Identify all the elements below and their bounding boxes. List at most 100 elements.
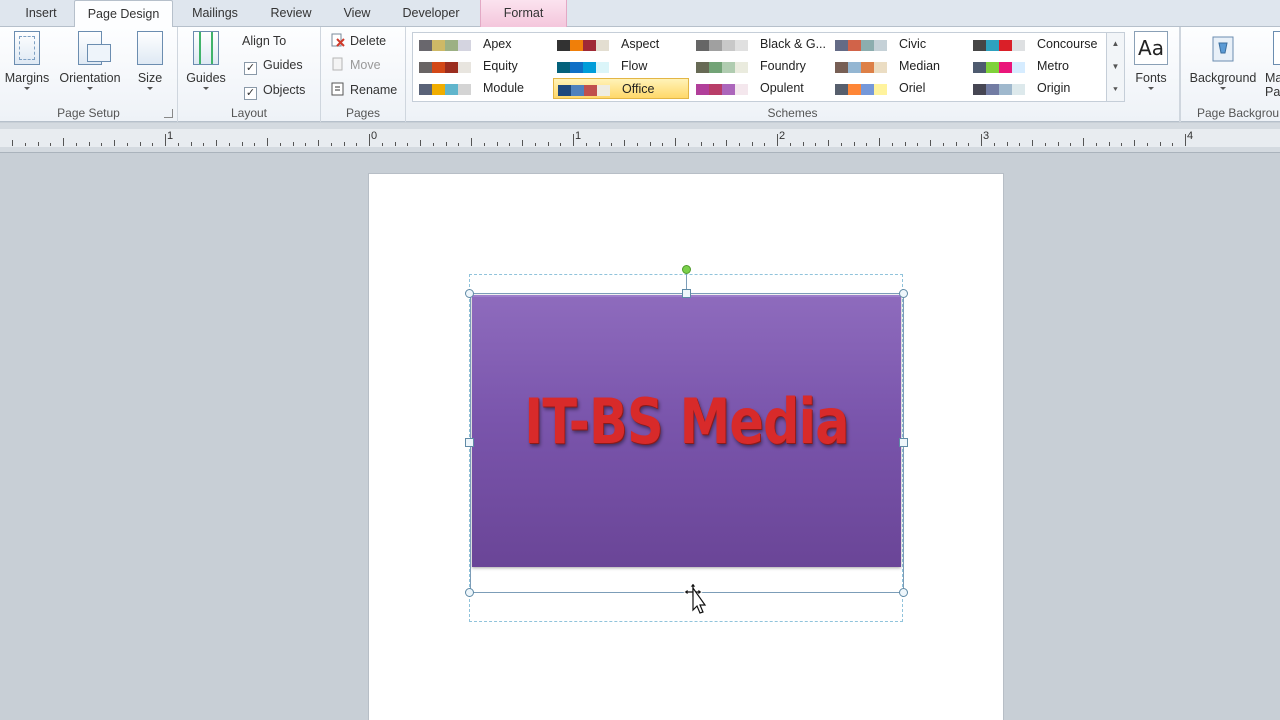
scheme-apex[interactable]: Apex: [415, 34, 551, 55]
scheme-aspect[interactable]: Aspect: [553, 34, 689, 55]
gallery-scroll-up-icon[interactable]: ▲: [1107, 33, 1124, 55]
scheme-swatch: [696, 62, 709, 73]
tab-format[interactable]: Format: [480, 0, 567, 27]
ruler-tick: [662, 143, 664, 146]
scheme-label: Aspect: [621, 37, 660, 51]
fonts-button[interactable]: Aa Fonts: [1130, 31, 1172, 90]
schemes-gallery: Apex Equity Module Aspect Flow Office Black & …: [412, 32, 1125, 102]
master-page-label-2: Pag: [1265, 85, 1280, 99]
scheme-swatch: [709, 84, 722, 95]
tab-review[interactable]: Review: [262, 0, 320, 27]
scheme-label: Module: [483, 81, 524, 95]
chevron-down-icon: [203, 87, 209, 90]
move-page-button[interactable]: Move: [331, 54, 381, 76]
resize-handle-bottom-right[interactable]: [899, 588, 908, 597]
resize-handle-right[interactable]: [899, 438, 908, 447]
scheme-label: Oriel: [899, 81, 926, 95]
scheme-metro[interactable]: Metro: [969, 56, 1105, 77]
scheme-flow[interactable]: Flow: [553, 56, 689, 77]
scheme-module[interactable]: Module: [415, 78, 551, 99]
scheme-black-g[interactable]: Black & G...: [692, 34, 828, 55]
scheme-equity[interactable]: Equity: [415, 56, 551, 77]
ruler-tick: [802, 142, 804, 146]
tab-insert[interactable]: Insert: [14, 0, 68, 27]
scheme-swatch: [597, 85, 610, 96]
ruler-number: 1: [167, 130, 174, 142]
background-button[interactable]: Background: [1187, 31, 1259, 90]
scheme-office[interactable]: Office: [553, 78, 689, 99]
guides-checkbox-label: Guides: [263, 58, 303, 72]
schemes-label: Schemes: [767, 106, 818, 120]
ruler-tick: [738, 143, 740, 146]
scheme-label: Black & G...: [760, 37, 826, 51]
scheme-swatch: [999, 62, 1012, 73]
scheme-swatch: [973, 84, 986, 95]
ruler-tick: [75, 143, 77, 146]
page-background-group: Background Ma Pag Page Backgrou: [1180, 27, 1280, 122]
scheme-label: Civic: [899, 37, 927, 51]
resize-handle-top[interactable]: [682, 289, 691, 298]
gallery-more-icon[interactable]: ⯆: [1107, 79, 1124, 101]
scheme-swatch: [557, 62, 570, 73]
layout-label: Layout: [230, 106, 268, 120]
scheme-swatch: [722, 40, 735, 51]
scheme-origin[interactable]: Origin: [969, 78, 1105, 99]
guides-checkbox[interactable]: ✓ Guides: [244, 54, 303, 76]
ruler-tick: [228, 143, 230, 146]
ruler-tick: [598, 142, 600, 146]
margins-button[interactable]: Margins: [4, 31, 50, 90]
delete-page-button[interactable]: Delete: [331, 30, 386, 52]
horizontal-ruler[interactable]: 1 0 1 2 3 4: [0, 123, 1280, 153]
scheme-swatch: [558, 85, 571, 96]
ruler-tick: [126, 143, 128, 146]
dialog-launcher-icon[interactable]: [164, 109, 173, 118]
rename-page-button[interactable]: Rename: [331, 79, 397, 101]
ruler-tick: [12, 140, 13, 146]
scheme-median[interactable]: Median: [831, 56, 967, 77]
scheme-label: Equity: [483, 59, 518, 73]
resize-handle-bottom-left[interactable]: [465, 588, 474, 597]
resize-handle-left[interactable]: [465, 438, 474, 447]
gallery-scroll-down-icon[interactable]: ▼: [1107, 56, 1124, 78]
tab-developer[interactable]: Developer: [393, 0, 469, 27]
delete-label: Delete: [350, 34, 387, 48]
scheme-concourse[interactable]: Concourse: [969, 34, 1105, 55]
tab-mailings[interactable]: Mailings: [180, 0, 250, 27]
ruler-tick: [1121, 143, 1123, 146]
scheme-swatch: [432, 62, 445, 73]
tab-page-design[interactable]: Page Design: [74, 0, 173, 28]
scheme-civic[interactable]: Civic: [831, 34, 967, 55]
rotation-handle[interactable]: [682, 265, 691, 274]
resize-handle-top-left[interactable]: [465, 289, 474, 298]
ruler-tick: [636, 143, 638, 146]
scheme-opulent[interactable]: Opulent: [692, 78, 828, 99]
scheme-foundry[interactable]: Foundry: [692, 56, 828, 77]
ruler-tick: [1006, 142, 1008, 146]
scheme-swatch: [432, 84, 445, 95]
gallery-scrollbar[interactable]: ▲ ▼ ⯆: [1106, 32, 1125, 102]
ruler-tick: [981, 134, 982, 146]
scheme-oriel[interactable]: Oriel: [831, 78, 967, 99]
master-page-button[interactable]: Ma Pag: [1265, 31, 1280, 99]
ruler-tick: [853, 142, 855, 146]
pages-group: Delete Move Rename Pages: [321, 27, 406, 122]
scheme-label: Concourse: [1037, 37, 1098, 51]
ruler-tick: [50, 143, 52, 146]
scheme-label: Foundry: [760, 59, 806, 73]
ruler-tick: [1083, 138, 1084, 146]
ruler-number: 0: [371, 130, 378, 142]
tab-view[interactable]: View: [333, 0, 381, 27]
ruler-tick: [381, 143, 383, 146]
scheme-label: Opulent: [760, 81, 804, 95]
objects-checkbox[interactable]: ✓ Objects: [244, 79, 305, 101]
scheme-swatch: [432, 40, 445, 51]
scheme-swatch: [835, 40, 848, 51]
scheme-swatch: [584, 85, 597, 96]
resize-handle-top-right[interactable]: [899, 289, 908, 298]
orientation-button[interactable]: Orientation: [56, 31, 124, 90]
ruler-tick: [522, 140, 523, 146]
ruler-number: 3: [983, 130, 990, 142]
size-button[interactable]: Size: [134, 31, 166, 90]
ruler-tick: [1095, 143, 1097, 146]
guides-button[interactable]: Guides: [184, 31, 228, 90]
